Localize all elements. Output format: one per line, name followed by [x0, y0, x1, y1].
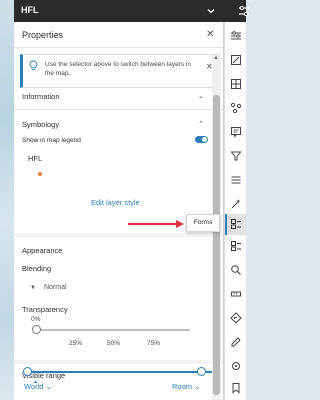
effects-icon[interactable] [230, 198, 242, 210]
symbology-section-header[interactable]: Symbology ⌃ [14, 114, 223, 136]
visible-range-max-value: Room [172, 382, 193, 391]
cluster-icon[interactable] [230, 102, 242, 114]
notice-text: Use the selector above to switch between… [45, 61, 191, 77]
edit-layer-style-link[interactable]: Edit layer style [91, 198, 140, 207]
symbology-label: Symbology [22, 120, 60, 129]
transparency-label: Transparency [22, 305, 68, 314]
visible-range-min-handle[interactable] [23, 367, 32, 376]
caret-down-icon: ▼ [30, 285, 36, 291]
symbol-layer-name: HFL [28, 154, 43, 163]
close-icon[interactable]: ✕ [206, 29, 214, 40]
forms-tooltip: Forms [186, 214, 220, 232]
transparency-slider-handle[interactable] [32, 325, 41, 334]
section-gap [14, 360, 223, 364]
layer-settings-icon[interactable] [236, 3, 252, 19]
transparency-value: 0% [31, 316, 41, 323]
appearance-label: Appearance [22, 246, 63, 255]
forms-icon[interactable] [230, 240, 242, 252]
point-symbol [38, 172, 42, 176]
section-gap [14, 233, 223, 237]
bulk-edit-icon[interactable] [230, 54, 242, 66]
popups-icon[interactable] [230, 126, 242, 138]
annotation-arrow-icon [128, 220, 184, 228]
right-toolbar [224, 22, 246, 400]
map-view[interactable] [0, 0, 14, 400]
chevron-down-icon[interactable] [206, 6, 216, 16]
layer-selector-title[interactable]: HFL [21, 5, 39, 15]
visible-range-max-handle[interactable] [197, 367, 206, 376]
transparency-slider-track[interactable] [36, 329, 190, 331]
properties-panel: Properties ✕ Use the selector above to s… [14, 22, 224, 400]
layer-selector-bar[interactable]: HFL [14, 0, 249, 22]
scrollbar-thumb[interactable] [213, 95, 220, 395]
scroll-up-arrow-icon[interactable]: ▲ [213, 55, 219, 61]
legend-toggle-label: Show in map legend [22, 137, 81, 144]
transparency-tick: 75% [147, 340, 161, 347]
transparency-tick: 50% [107, 340, 121, 347]
fields-icon[interactable] [230, 174, 242, 186]
information-label: Information [22, 92, 60, 101]
transparency-tick: 25% [69, 340, 83, 347]
legend-toggle[interactable] [195, 136, 208, 143]
layer-properties-icon[interactable] [230, 30, 242, 42]
visible-range-slider-track[interactable] [28, 371, 214, 373]
panel-header: Properties ✕ [14, 22, 223, 48]
info-notice: Use the selector above to switch between… [20, 54, 219, 88]
divider [14, 109, 223, 110]
search-icon[interactable] [230, 264, 242, 276]
directions-icon[interactable] [230, 312, 242, 324]
measure-icon[interactable] [230, 288, 242, 300]
visible-range-max-select[interactable]: Room ⌄ [172, 382, 200, 391]
sketch-icon[interactable] [230, 336, 242, 348]
information-section-header[interactable]: Information ⌄ [14, 86, 223, 108]
appearance-section-header[interactable]: Appearance [14, 240, 223, 262]
panel-title: Properties [22, 30, 64, 40]
chevron-up-icon: ⌃ [198, 121, 204, 128]
blending-select[interactable]: ▼ Normal [30, 284, 67, 291]
grid-icon[interactable] [230, 78, 242, 90]
visible-range-min-value: World [24, 382, 44, 391]
blending-label: Blending [22, 264, 52, 273]
visible-range-min-select[interactable]: World ⌄ [24, 382, 52, 391]
filter-icon[interactable] [230, 150, 242, 162]
bookmark-icon[interactable] [230, 382, 242, 394]
blending-value: Normal [43, 284, 67, 291]
forms-icon[interactable] [230, 218, 242, 230]
lightbulb-icon [29, 60, 38, 70]
chevron-down-icon: ⌄ [198, 93, 204, 100]
locate-icon[interactable] [230, 360, 242, 372]
